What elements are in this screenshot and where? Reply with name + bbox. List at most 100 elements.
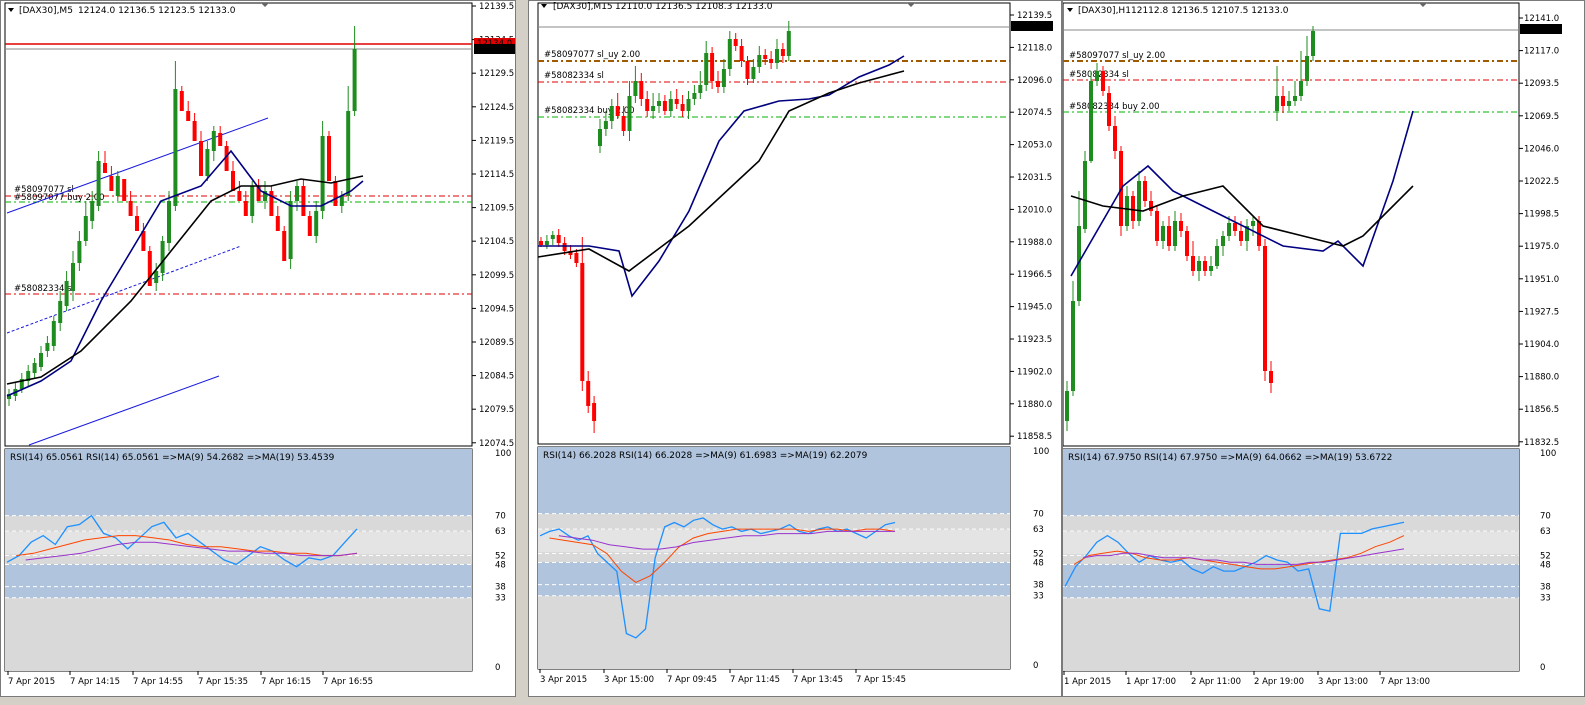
time-tick-label: 7 Apr 13:45 — [793, 675, 843, 685]
time-axis: 7 Apr 2015 7 Apr 14:15 7 Apr 14:55 7 Apr 15… — [7, 671, 373, 687]
price-plot-area — [537, 2, 1011, 445]
chart-h1-canvas[interactable]: [DAX30],H1 12112.8 12136.5 12107.5 12133… — [1063, 1, 1585, 697]
candle-body — [692, 93, 697, 99]
candle-body — [282, 231, 287, 261]
candle-body — [295, 186, 299, 201]
rsi-level-label: 38 — [1540, 583, 1551, 593]
price-tick-label: 12031.5 — [1017, 173, 1052, 183]
rsi-level-label: 0 — [1540, 663, 1545, 673]
candle-body — [128, 201, 133, 216]
candle-body — [1113, 126, 1117, 151]
candle-body — [39, 353, 43, 367]
candle-body — [205, 149, 210, 176]
rsi-level-label: 0 — [495, 663, 500, 673]
rsi-zone-band — [538, 530, 1010, 552]
price-axis[interactable]: 12139.5 12118.0 12096.0 12074.5 12053.0 12031… — [1010, 11, 1052, 442]
rsi-level-label: 63 — [1540, 527, 1551, 537]
candle-body — [1125, 196, 1129, 226]
candle-body — [1161, 226, 1165, 241]
candle-body — [574, 253, 579, 263]
rsi-zone-lower — [5, 598, 472, 671]
candle-body — [237, 191, 242, 201]
price-tick-label: 12139.5 — [1017, 11, 1052, 21]
candle-body — [651, 106, 656, 111]
candle-body — [674, 99, 679, 104]
candle-body — [1311, 31, 1315, 56]
candle-body — [686, 99, 691, 111]
candle-body — [562, 243, 567, 251]
candle-body — [173, 89, 178, 206]
candle-body — [556, 235, 561, 243]
candle-body — [346, 111, 351, 196]
time-axis: 3 Apr 2015 3 Apr 15:00 7 Apr 09:45 7 Apr 11… — [539, 669, 906, 685]
candle-body — [710, 53, 715, 81]
candle-body — [83, 216, 88, 241]
candle-body — [1149, 201, 1153, 211]
rsi-level-label: 33 — [495, 594, 506, 604]
candle-body — [1185, 231, 1189, 256]
time-tick-label: 2 Apr 19:00 — [1254, 677, 1304, 687]
candle-body — [704, 53, 709, 85]
chart-ohlc: 12110.0 12136.5 12108.3 12133.0 — [615, 2, 773, 12]
candle-body — [1287, 101, 1291, 106]
price-tick-label: 12104.5 — [479, 237, 514, 247]
time-axis: 1 Apr 2015 1 Apr 17:00 2 Apr 11:00 2 Apr 19… — [1063, 671, 1430, 687]
chart-title: [DAX30],M15 — [553, 2, 613, 12]
price-tick-label: 12117.0 — [1524, 47, 1559, 57]
price-axis[interactable]: 12139.512134.512129.512124.512119.512114… — [472, 2, 514, 449]
candle-body — [71, 263, 75, 291]
chart-window-dax30-m15[interactable]: [DAX30],M15 12110.0 12136.5 12108.3 1213… — [528, 0, 1062, 697]
time-tick-label: 7 Apr 15:45 — [856, 675, 906, 685]
time-tick-label: 2 Apr 11:00 — [1191, 677, 1241, 687]
price-tick-label: 12022.5 — [1524, 177, 1559, 187]
candle-body — [288, 201, 293, 259]
rsi-level-label: 0 — [1033, 661, 1038, 671]
price-tick-label: 12010.0 — [1017, 205, 1052, 215]
order-label-3: #58082334 buy 2.00 — [1069, 102, 1160, 112]
chart-m15-canvas[interactable]: [DAX30],M15 12110.0 12136.5 12108.3 1213… — [529, 1, 1062, 697]
rsi-header: RSI(14) 67.9750 RSI(14) 67.9750 =>MA(9) … — [1068, 453, 1392, 463]
candle-body — [1191, 256, 1195, 271]
time-tick-label: 7 Apr 16:15 — [261, 677, 311, 687]
time-tick-label: 7 Apr 2015 — [8, 677, 55, 687]
rsi-level-label: 100 — [495, 449, 511, 459]
candle-body — [775, 49, 779, 63]
time-tick-label: 7 Apr 15:35 — [198, 677, 248, 687]
candle-body — [716, 81, 720, 87]
candle-body — [1167, 226, 1171, 246]
price-tick-label: 11858.5 — [1017, 432, 1052, 442]
candle-body — [745, 61, 750, 79]
price-plot-area — [1063, 2, 1520, 447]
candle-body — [550, 235, 555, 239]
candle-body — [339, 196, 344, 206]
rsi-level-label: 33 — [1033, 592, 1044, 602]
price-tick-label: 12119.5 — [479, 136, 514, 146]
candle-body — [243, 201, 248, 216]
price-badge-text: 12133.0 — [1014, 22, 1049, 32]
order-label-1: #58097077 sl_uy 2.00 — [1069, 51, 1165, 61]
price-plot-area — [4, 2, 473, 447]
time-tick-label: 7 Apr 14:15 — [70, 677, 120, 687]
chart-window-dax30-m5[interactable]: [DAX30],M5 12124.0 12136.5 12123.5 12133… — [0, 0, 516, 697]
rsi-axis: 1007063524838330 — [1033, 447, 1049, 671]
candle-body — [1299, 81, 1303, 96]
price-tick-label: 12118.0 — [1017, 43, 1052, 53]
candle-body — [314, 211, 319, 236]
chart-window-dax30-h1[interactable]: [DAX30],H1 12112.8 12136.5 12107.5 12133… — [1062, 0, 1585, 697]
rsi-level-label: 70 — [1540, 512, 1551, 522]
candle-body — [1197, 261, 1201, 271]
price-axis[interactable]: 12141.0 12117.0 12093.5 12069.5 12046.0 12022… — [1519, 14, 1559, 448]
chart-m5-canvas[interactable]: [DAX30],M5 12124.0 12136.5 12123.5 12133… — [1, 1, 516, 697]
price-tick-label: 11998.5 — [1524, 210, 1559, 220]
rsi-zone-lower — [538, 596, 1010, 669]
price-tick-label: 11880.0 — [1524, 373, 1559, 383]
rsi-level-label: 48 — [1540, 560, 1551, 570]
price-tick-label: 12084.5 — [479, 372, 514, 382]
candle-body — [1263, 246, 1267, 371]
candle-body — [135, 216, 139, 231]
candle-body — [757, 55, 762, 67]
candle-body — [780, 49, 785, 56]
order-label-1: #58097077 sl_uy 2.00 — [544, 50, 640, 60]
candle-body — [64, 281, 69, 306]
rsi-level-label: 48 — [495, 560, 506, 570]
